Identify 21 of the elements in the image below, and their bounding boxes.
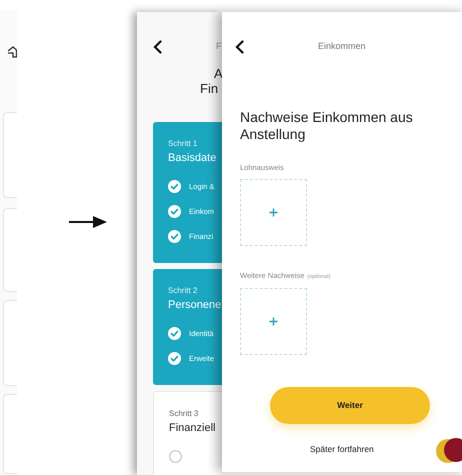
step-label: Schritt 2 [168,286,198,296]
back-icon[interactable] [235,40,244,54]
back-icon[interactable] [153,40,162,54]
right-arrow-icon [69,216,107,228]
plus-icon [269,208,278,218]
home-icon[interactable] [8,46,17,58]
step-title: Finanziell [169,421,216,436]
plus-icon [269,316,278,326]
heading-line: Fin [200,81,218,96]
step-title: Basisdate [168,151,218,166]
header-title: F [216,40,222,54]
step-card[interactable]: Schritt 3 Finanziell [153,391,222,475]
continue-later-link[interactable]: Später fortfahren [310,442,374,456]
step-title: Personene [168,298,222,313]
page-heading: Nachweise Einkommen aus Anstellung [240,109,414,143]
step-label: Schritt 3 [169,409,200,419]
step-label: Schritt 1 [168,139,198,149]
screen-title: Einkommen [318,40,366,54]
decorative-circles-drawing [436,436,462,466]
continue-button[interactable]: Weiter [270,386,430,424]
heading-line: A [214,66,223,81]
